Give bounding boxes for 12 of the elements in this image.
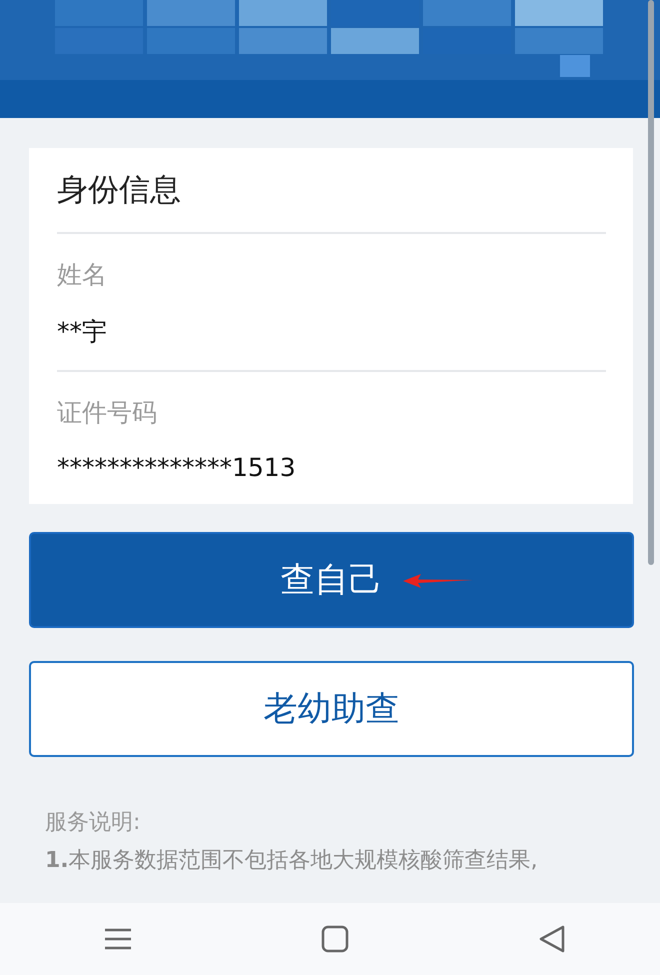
field-value: **************1513: [57, 453, 296, 482]
notes-heading: 服务说明:: [45, 809, 140, 837]
field-label: 证件号码: [57, 397, 157, 429]
scrollbar[interactable]: [648, 0, 654, 565]
query-self-button[interactable]: 查自己: [29, 532, 634, 628]
assisted-query-button[interactable]: 老幼助查: [29, 661, 634, 757]
home-icon[interactable]: [320, 924, 350, 954]
card-title: 身份信息: [57, 171, 182, 210]
field-value: **宇: [57, 316, 107, 348]
field-label: 姓名: [57, 259, 107, 291]
back-icon[interactable]: [536, 924, 567, 954]
notes-text: 1.本服务数据范围不包括各地大规模核酸筛查结果,: [45, 847, 539, 875]
